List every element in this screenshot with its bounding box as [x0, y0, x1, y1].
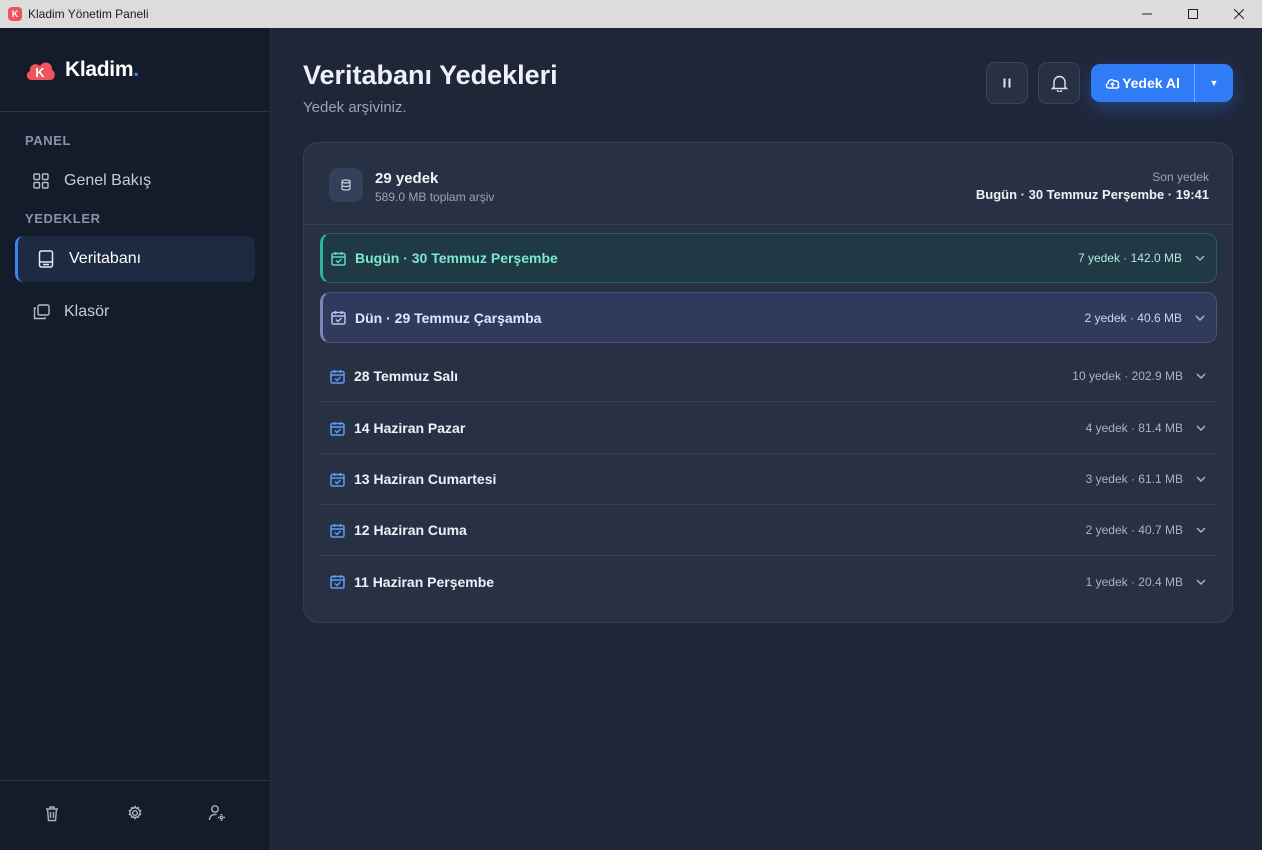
- database-stack-icon: [329, 168, 363, 202]
- backup-group-label: 28 Temmuz Salı: [354, 368, 459, 384]
- page-subtitle: Yedek arşiviniz.: [303, 99, 407, 116]
- backup-count: 29 yedek: [375, 170, 439, 187]
- sidebar-bottom-divider: [0, 780, 271, 781]
- backup-group-label: 14 Haziran Pazar: [354, 420, 466, 436]
- brand-name: Kladim: [65, 58, 134, 81]
- backup-archive-card: 29 yedek 589.0 MB toplam arşiv Son yedek…: [303, 142, 1233, 623]
- backup-group[interactable]: 14 Haziran Pazar 4 yedek · 81.4 MB: [320, 403, 1217, 454]
- calendar-icon: [329, 522, 345, 538]
- backup-group-meta: 1 yedek · 20.4 MB: [1085, 574, 1183, 589]
- page-title: Veritabanı Yedekleri: [303, 60, 558, 90]
- close-icon: [1234, 9, 1244, 19]
- sidebar-item-label: Klasör: [64, 303, 110, 320]
- minimize-button[interactable]: [1124, 0, 1170, 28]
- dashboard-icon: [32, 172, 50, 190]
- backup-group[interactable]: 12 Haziran Cuma 2 yedek · 40.7 MB: [320, 505, 1217, 556]
- backup-group-label: 12 Haziran Cuma: [354, 522, 467, 538]
- backup-group[interactable]: 28 Temmuz Salı 10 yedek · 202.9 MB: [320, 351, 1217, 402]
- main-content: Veritabanı Yedekleri Yedek arşiviniz. Ye…: [272, 28, 1262, 850]
- backup-group-meta: 7 yedek · 142.0 MB: [1077, 251, 1182, 265]
- chevron-down-icon: [1195, 524, 1207, 536]
- cloud-upload-icon: [1105, 79, 1120, 89]
- calendar-icon: [329, 368, 345, 384]
- sidebar-item-label: Genel Bakış: [64, 172, 152, 189]
- database-icon: [37, 250, 55, 268]
- backup-group-label: 11 Haziran Perşembe: [354, 573, 495, 590]
- window-titlebar: K Kladim Yönetim Paneli: [0, 0, 1262, 28]
- chevron-down-icon: [1194, 252, 1206, 264]
- brand-logo-icon: K: [24, 58, 56, 82]
- backup-group-label: 13 Haziran Cumartesi: [354, 471, 497, 487]
- last-backup-label: Son yedek: [1152, 170, 1209, 184]
- chevron-down-icon: [1195, 576, 1207, 588]
- gear-icon[interactable]: [124, 802, 146, 824]
- backup-group-today[interactable]: Bugün · 30 Temmuz Perşembe 7 yedek · 142…: [320, 233, 1217, 283]
- pause-button[interactable]: [986, 62, 1028, 104]
- trash-icon[interactable]: [41, 802, 63, 824]
- backup-group-meta: 2 yedek · 40.6 MB: [1084, 310, 1182, 325]
- calendar-icon: [330, 310, 346, 326]
- pause-icon: [1003, 78, 1011, 88]
- section-label-panel: PANEL: [25, 133, 72, 148]
- bell-icon: [1050, 75, 1068, 92]
- archive-total-size: 589.0 MB toplam arşiv: [375, 190, 495, 204]
- backup-group-meta: 2 yedek · 40.7 MB: [1085, 523, 1183, 537]
- minimize-icon: [1142, 13, 1152, 15]
- create-backup-split-button: Yedek Al ▼: [1091, 64, 1233, 102]
- calendar-icon: [330, 250, 346, 266]
- backup-group[interactable]: 11 Haziran Perşembe 1 yedek · 20.4 MB: [320, 556, 1217, 607]
- backup-group-meta: 10 yedek · 202.9 MB: [1072, 369, 1183, 383]
- chevron-down-icon: [1195, 370, 1207, 382]
- brand-dot: .: [133, 58, 140, 81]
- caret-down-icon: ▼: [1209, 78, 1219, 88]
- sidebar: K Kladim. PANEL Genel Bakış YEDEKLER Ver…: [0, 28, 271, 850]
- create-backup-button[interactable]: Yedek Al: [1091, 64, 1194, 102]
- sidebar-item-database[interactable]: Veritabanı: [15, 236, 255, 282]
- backup-group-yesterday[interactable]: Dün · 29 Temmuz Çarşamba 2 yedek · 40.6 …: [320, 292, 1217, 343]
- calendar-icon: [329, 471, 345, 487]
- backup-group-meta: 4 yedek · 81.4 MB: [1085, 421, 1183, 435]
- maximize-icon: [1188, 9, 1198, 19]
- sidebar-item-label: Veritabanı: [69, 250, 142, 267]
- notifications-button[interactable]: [1038, 62, 1080, 104]
- window-title: Kladim Yönetim Paneli: [28, 7, 149, 21]
- archive-summary: 29 yedek 589.0 MB toplam arşiv Son yedek…: [304, 143, 1232, 225]
- backup-group-label: Dün · 29 Temmuz Çarşamba: [355, 309, 542, 326]
- backup-group-label: Bugün · 30 Temmuz Perşembe: [355, 250, 558, 266]
- calendar-icon: [329, 574, 345, 590]
- backup-group[interactable]: 13 Haziran Cumartesi 3 yedek · 61.1 MB: [320, 454, 1217, 505]
- chevron-down-icon: [1195, 473, 1207, 485]
- backup-group-meta: 3 yedek · 61.1 MB: [1085, 472, 1183, 486]
- backup-options-dropdown[interactable]: ▼: [1195, 64, 1233, 102]
- svg-text:K: K: [35, 65, 45, 80]
- sidebar-divider: [0, 111, 271, 112]
- user-settings-icon[interactable]: [206, 802, 228, 824]
- maximize-button[interactable]: [1170, 0, 1216, 28]
- sidebar-item-folder[interactable]: Klasör: [15, 289, 255, 335]
- last-backup-value: Bugün · 30 Temmuz Perşembe · 19:41: [975, 187, 1209, 202]
- chevron-down-icon: [1194, 312, 1206, 324]
- sidebar-item-overview[interactable]: Genel Bakış: [15, 158, 255, 204]
- calendar-icon: [329, 420, 345, 436]
- chevron-down-icon: [1195, 422, 1207, 434]
- folders-icon: [32, 303, 50, 321]
- section-label-backups: YEDEKLER: [25, 211, 101, 226]
- brand[interactable]: K Kladim.: [24, 58, 139, 82]
- close-button[interactable]: [1216, 0, 1262, 28]
- create-backup-label: Yedek Al: [1122, 75, 1180, 91]
- app-logo-icon: K: [8, 7, 22, 21]
